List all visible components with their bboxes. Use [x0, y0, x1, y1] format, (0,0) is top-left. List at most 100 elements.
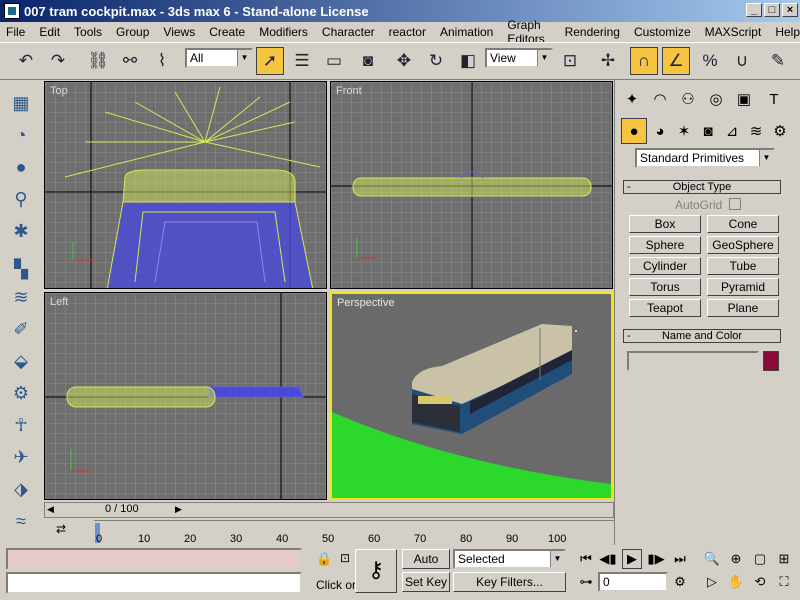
- primitive-category-dropdown[interactable]: Standard Primitives ▼: [635, 148, 775, 168]
- torus-button[interactable]: Torus: [629, 278, 701, 296]
- menu-customize[interactable]: Customize: [634, 25, 691, 39]
- objects-tab-icon[interactable]: ▦: [8, 90, 34, 116]
- selection-filter-dropdown[interactable]: All ▼: [185, 48, 253, 68]
- helicopter-tab-icon[interactable]: ✈: [8, 444, 34, 470]
- set-key-button[interactable]: Set Key: [402, 572, 450, 592]
- motion-tab-icon[interactable]: ◎: [703, 86, 729, 112]
- maximize-button[interactable]: □: [764, 3, 780, 17]
- scale-icon[interactable]: ◧: [454, 47, 482, 75]
- menu-views[interactable]: Views: [163, 25, 195, 39]
- gear-tab-icon[interactable]: ⚙: [8, 380, 34, 406]
- time-configuration-icon[interactable]: ⚙: [670, 572, 690, 592]
- select-object-icon[interactable]: ➚: [256, 47, 284, 75]
- time-slider[interactable]: ◀ 0 / 100 ▶: [44, 502, 614, 518]
- modify-tab-icon[interactable]: ◠: [647, 86, 673, 112]
- shapes-tab-icon[interactable]: ◔: [8, 122, 34, 148]
- water-tab-icon[interactable]: ≈: [8, 508, 34, 534]
- rotate-icon[interactable]: ↻: [422, 47, 450, 75]
- viewport-perspective[interactable]: Perspective: [330, 292, 613, 500]
- stack-tab-icon[interactable]: ≋: [8, 284, 34, 310]
- edit-named-selection-icon[interactable]: ✎: [764, 47, 792, 75]
- viewport-front[interactable]: Front: [330, 81, 613, 289]
- object-color-swatch[interactable]: [763, 351, 779, 371]
- menu-modifiers[interactable]: Modifiers: [259, 25, 308, 39]
- object-name-field[interactable]: [627, 351, 759, 371]
- set-key-mode-icon[interactable]: ⚷: [355, 549, 397, 593]
- select-by-name-icon[interactable]: ☰: [288, 47, 316, 75]
- object-type-rollout[interactable]: - Object Type: [623, 180, 781, 194]
- helpers-icon[interactable]: ⊿: [719, 118, 745, 144]
- window-crossing-icon[interactable]: ◙: [354, 47, 382, 75]
- systems-icon[interactable]: ⚙: [767, 118, 793, 144]
- sphere-tab-icon[interactable]: ●: [8, 154, 34, 180]
- hierarchy-tab-icon[interactable]: ⚇: [675, 86, 701, 112]
- menu-file[interactable]: File: [6, 25, 25, 39]
- geosphere-button[interactable]: GeoSphere: [707, 236, 779, 254]
- key-mode-dropdown[interactable]: Selected ▼: [453, 549, 566, 569]
- maxscript-input-field[interactable]: [6, 572, 302, 594]
- spinner-snap-icon[interactable]: ∪: [728, 47, 756, 75]
- zoom-icon[interactable]: 🔍: [702, 549, 722, 569]
- lights-icon[interactable]: ✶: [671, 118, 697, 144]
- cameras-icon[interactable]: ◙: [695, 118, 721, 144]
- sphere-button[interactable]: Sphere: [629, 236, 701, 254]
- angle-snap-icon[interactable]: ∠: [662, 47, 690, 75]
- display-tab-icon[interactable]: ▣: [731, 86, 757, 112]
- select-and-link-icon[interactable]: ⛓: [84, 47, 112, 75]
- select-manipulate-icon[interactable]: ✢: [594, 47, 622, 75]
- selection-lock-icon[interactable]: ⊡: [340, 551, 350, 565]
- checker-tab-icon[interactable]: ▚: [8, 256, 34, 282]
- rectangular-selection-icon[interactable]: ▭: [320, 47, 348, 75]
- maxscript-listener-field[interactable]: [6, 548, 302, 570]
- bind-space-warp-icon[interactable]: ⌇: [148, 47, 176, 75]
- minimize-button[interactable]: _: [746, 3, 762, 17]
- current-frame-field[interactable]: 0: [598, 572, 668, 592]
- menu-maxscript[interactable]: MAXScript: [705, 25, 762, 39]
- pivot-center-icon[interactable]: ⊡: [556, 47, 584, 75]
- lock-icon[interactable]: 🔒: [316, 551, 332, 567]
- plane-button[interactable]: Plane: [707, 299, 779, 317]
- space-warps-icon[interactable]: ≋: [743, 118, 769, 144]
- character-tab-icon[interactable]: ✱: [8, 218, 34, 244]
- autogrid-checkbox[interactable]: [729, 198, 741, 210]
- play-icon[interactable]: ▶: [622, 549, 642, 569]
- snap-toggle-icon[interactable]: ∩: [630, 47, 658, 75]
- undo-icon[interactable]: ↶: [12, 47, 40, 75]
- field-of-view-icon[interactable]: ▷: [702, 572, 722, 592]
- zoom-all-icon[interactable]: ⊕: [726, 549, 746, 569]
- go-to-start-icon[interactable]: ⏮: [576, 549, 596, 569]
- tube-button[interactable]: Tube: [707, 257, 779, 275]
- menu-animation[interactable]: Animation: [440, 25, 493, 39]
- viewport-top[interactable]: Top: [44, 81, 327, 289]
- shapes-icon[interactable]: ◕: [647, 118, 673, 144]
- move-icon[interactable]: ✥: [390, 47, 418, 75]
- key-mode-toggle-icon[interactable]: ⊶: [576, 572, 596, 592]
- arc-rotate-icon[interactable]: ⟲: [750, 572, 770, 592]
- box-button[interactable]: Box: [629, 215, 701, 233]
- key-filters-button[interactable]: Key Filters...: [453, 572, 566, 592]
- time-slider-prev-icon[interactable]: ◀: [47, 504, 54, 515]
- pan-icon[interactable]: ✋: [726, 572, 746, 592]
- menu-tools[interactable]: Tools: [74, 25, 102, 39]
- zoom-extents-all-icon[interactable]: ⊞: [774, 549, 794, 569]
- close-button[interactable]: ×: [782, 3, 798, 17]
- fill-tab-icon[interactable]: ⬙: [8, 348, 34, 374]
- menu-character[interactable]: Character: [322, 25, 375, 39]
- unlink-selection-icon[interactable]: ⚯: [116, 47, 144, 75]
- time-slider-next-icon[interactable]: ▶: [175, 504, 182, 515]
- create-tab-icon[interactable]: ✦: [619, 86, 645, 112]
- maximize-viewport-icon[interactable]: ⛶: [774, 572, 794, 592]
- viewport-left[interactable]: Left: [44, 292, 327, 500]
- menu-group[interactable]: Group: [116, 25, 149, 39]
- cylinder-button[interactable]: Cylinder: [629, 257, 701, 275]
- menu-help[interactable]: Help: [775, 25, 800, 39]
- cloth-tab-icon[interactable]: ⬗: [8, 476, 34, 502]
- menu-edit[interactable]: Edit: [39, 25, 60, 39]
- paint-tab-icon[interactable]: ✐: [8, 316, 34, 342]
- reference-coordinate-dropdown[interactable]: View ▼: [485, 48, 553, 68]
- next-frame-icon[interactable]: ▮▶: [646, 549, 666, 569]
- auto-key-button[interactable]: Auto Key: [402, 549, 450, 584]
- menu-create[interactable]: Create: [209, 25, 245, 39]
- pyramid-button[interactable]: Pyramid: [707, 278, 779, 296]
- name-and-color-rollout[interactable]: - Name and Color: [623, 329, 781, 343]
